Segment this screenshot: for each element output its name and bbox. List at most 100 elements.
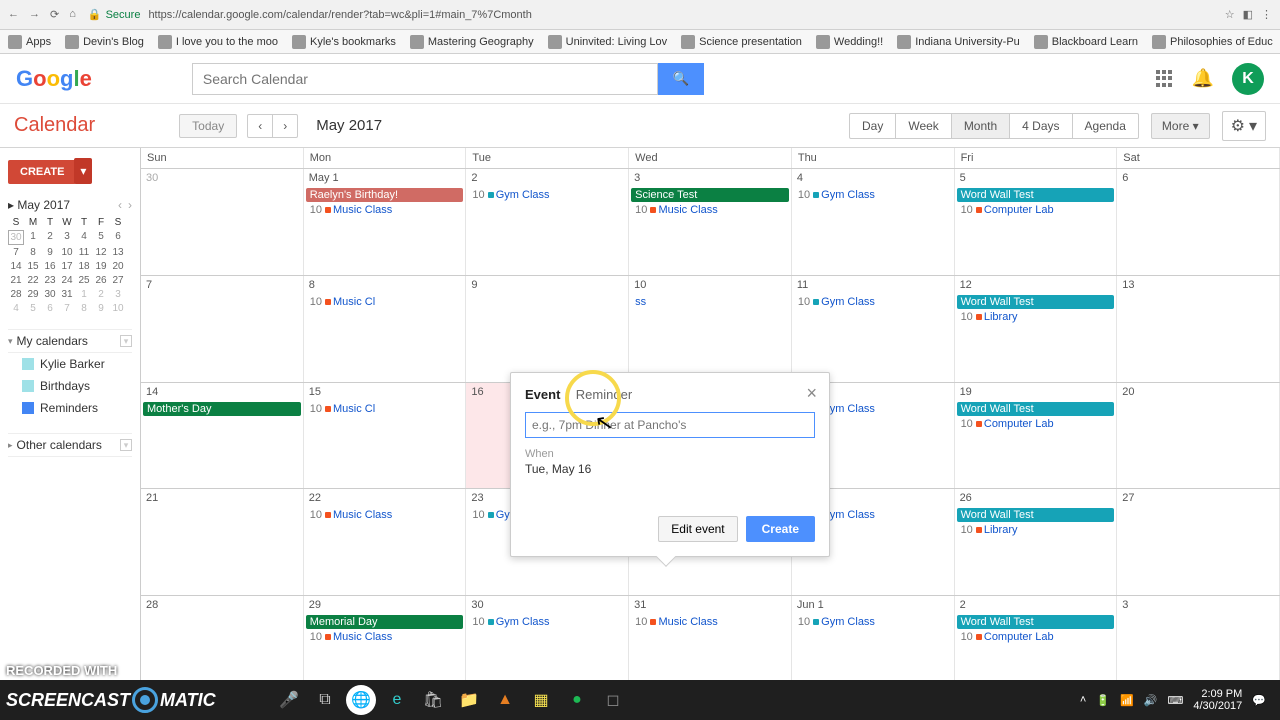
mini-day[interactable]: 25 [76,274,92,287]
mini-day[interactable]: 21 [8,274,24,287]
bookmark-item[interactable]: Devin's Blog [65,35,144,49]
event-chip[interactable]: 10 Music Class [631,203,789,217]
event-chip[interactable]: Word Wall Test [957,188,1115,202]
mini-day[interactable]: 28 [8,288,24,301]
day-cell[interactable]: 14Mother's Day [141,383,304,489]
more-button[interactable]: More ▾ [1151,113,1210,139]
close-icon[interactable]: × [806,383,817,404]
mini-day[interactable]: 13 [110,246,126,259]
avatar[interactable]: K [1232,63,1264,95]
day-cell[interactable]: 27 [1117,489,1280,595]
event-chip[interactable]: 10 Music Class [306,630,464,644]
star-icon[interactable]: ☆ [1225,8,1235,21]
day-cell[interactable]: 26Word Wall Test10 Library [955,489,1118,595]
settings-button[interactable]: ⚙▾ [1222,111,1266,141]
search-input[interactable] [192,63,658,95]
tab-event[interactable]: Event [525,387,560,402]
my-calendars-header[interactable]: ▾My calendars▾ [8,329,132,353]
view-tab-4-days[interactable]: 4 Days [1010,114,1072,138]
day-cell[interactable]: 30 [141,169,304,275]
url-bar[interactable]: https://calendar.google.com/calendar/ren… [148,9,1224,21]
input-icon[interactable]: ⌨ [1167,694,1183,707]
mini-day[interactable]: 6 [110,230,126,245]
home-icon[interactable]: ⌂ [69,8,76,21]
edge-icon[interactable]: e [382,685,412,715]
volume-icon[interactable]: 🔊 [1144,694,1158,707]
mini-prev[interactable]: ‹ [118,198,122,212]
mini-day[interactable]: 18 [76,260,92,273]
day-cell[interactable]: 20 [1117,383,1280,489]
day-cell[interactable]: 10 ss [629,276,792,382]
mini-day[interactable]: 3 [59,230,75,245]
event-chip[interactable]: Word Wall Test [957,295,1115,309]
day-cell[interactable]: 9 [466,276,629,382]
mini-day[interactable]: 23 [42,274,58,287]
event-chip[interactable]: 10 Gym Class [794,188,952,202]
mini-day[interactable]: 8 [25,246,41,259]
notes-icon[interactable]: ▦ [526,685,556,715]
reload-icon[interactable]: ⟳ [50,8,59,21]
mini-day[interactable]: 14 [8,260,24,273]
view-tab-day[interactable]: Day [850,114,896,138]
mini-day[interactable]: 10 [110,302,126,315]
bookmark-item[interactable]: Wedding!! [816,35,883,49]
mini-day[interactable]: 7 [59,302,75,315]
day-cell[interactable]: 13 [1117,276,1280,382]
event-chip[interactable]: Science Test [631,188,789,202]
app-icon[interactable]: ▲ [490,685,520,715]
bookmark-item[interactable]: Mastering Geography [410,35,534,49]
notifications-tray-icon[interactable]: 💬 [1252,694,1266,707]
task-view-icon[interactable]: ⧉ [310,685,340,715]
event-chip[interactable]: Mother's Day [143,402,301,416]
event-chip[interactable]: 10 Computer Lab [957,203,1115,217]
event-chip[interactable]: 10 Music Cl [306,295,464,309]
mini-day[interactable]: 29 [25,288,41,301]
event-title-input[interactable] [525,412,815,438]
edit-event-button[interactable]: Edit event [658,516,737,542]
day-cell[interactable]: 810 Music Cl [304,276,467,382]
bookmark-item[interactable]: Indiana University-Pu [897,35,1020,49]
mic-icon[interactable]: 🎤 [274,685,304,715]
bookmark-item[interactable]: Philosophies of Educ [1152,35,1273,49]
event-chip[interactable]: Word Wall Test [957,508,1115,522]
mini-day[interactable]: 3 [110,288,126,301]
forward-icon[interactable]: → [29,8,40,21]
mini-day[interactable]: 26 [93,274,109,287]
day-cell[interactable]: May 1Raelyn's Birthday!10 Music Class [304,169,467,275]
mini-day[interactable]: 7 [8,246,24,259]
system-clock[interactable]: 2:09 PM 4/30/2017 [1193,688,1242,712]
today-button[interactable]: Today [179,114,237,138]
event-chip[interactable]: Memorial Day [306,615,464,629]
mini-day[interactable]: 11 [76,246,92,259]
mini-day[interactable]: 8 [76,302,92,315]
event-chip[interactable]: 10 Music Class [306,508,464,522]
notifications-icon[interactable]: 🔔 [1192,68,1214,89]
day-cell[interactable]: 3Science Test10 Music Class [629,169,792,275]
mini-day[interactable]: 19 [93,260,109,273]
chrome-icon[interactable]: 🌐 [346,685,376,715]
calendar-item[interactable]: Reminders [8,397,132,419]
event-chip[interactable]: 10 Library [957,523,1115,537]
bookmark-item[interactable]: Science presentation [681,35,802,49]
create-dropdown[interactable]: ▾ [74,158,92,184]
day-cell[interactable]: 21 [141,489,304,595]
mini-day[interactable]: 24 [59,274,75,287]
day-cell[interactable]: 19Word Wall Test10 Computer Lab [955,383,1118,489]
mini-day[interactable]: 30 [8,230,24,245]
mini-day[interactable]: 10 [59,246,75,259]
explorer-icon[interactable]: 📁 [454,685,484,715]
event-chip[interactable]: 10 Gym Class [794,295,952,309]
mini-day[interactable]: 4 [8,302,24,315]
create-event-button[interactable]: Create [746,516,815,542]
bookmark-item[interactable]: Blackboard Learn [1034,35,1138,49]
store-icon[interactable]: 🛍 [418,685,448,715]
mini-day[interactable]: 2 [42,230,58,245]
bookmark-item[interactable]: Uninvited: Living Lov [548,35,668,49]
day-cell[interactable]: 5Word Wall Test10 Computer Lab [955,169,1118,275]
view-tab-month[interactable]: Month [952,114,1010,138]
mini-day[interactable]: 15 [25,260,41,273]
tab-reminder[interactable]: Reminder [576,387,632,402]
search-button[interactable]: 🔍 [658,63,704,95]
event-chip[interactable]: 10 Music Class [631,615,789,629]
app-icon-2[interactable]: ◻ [598,685,628,715]
